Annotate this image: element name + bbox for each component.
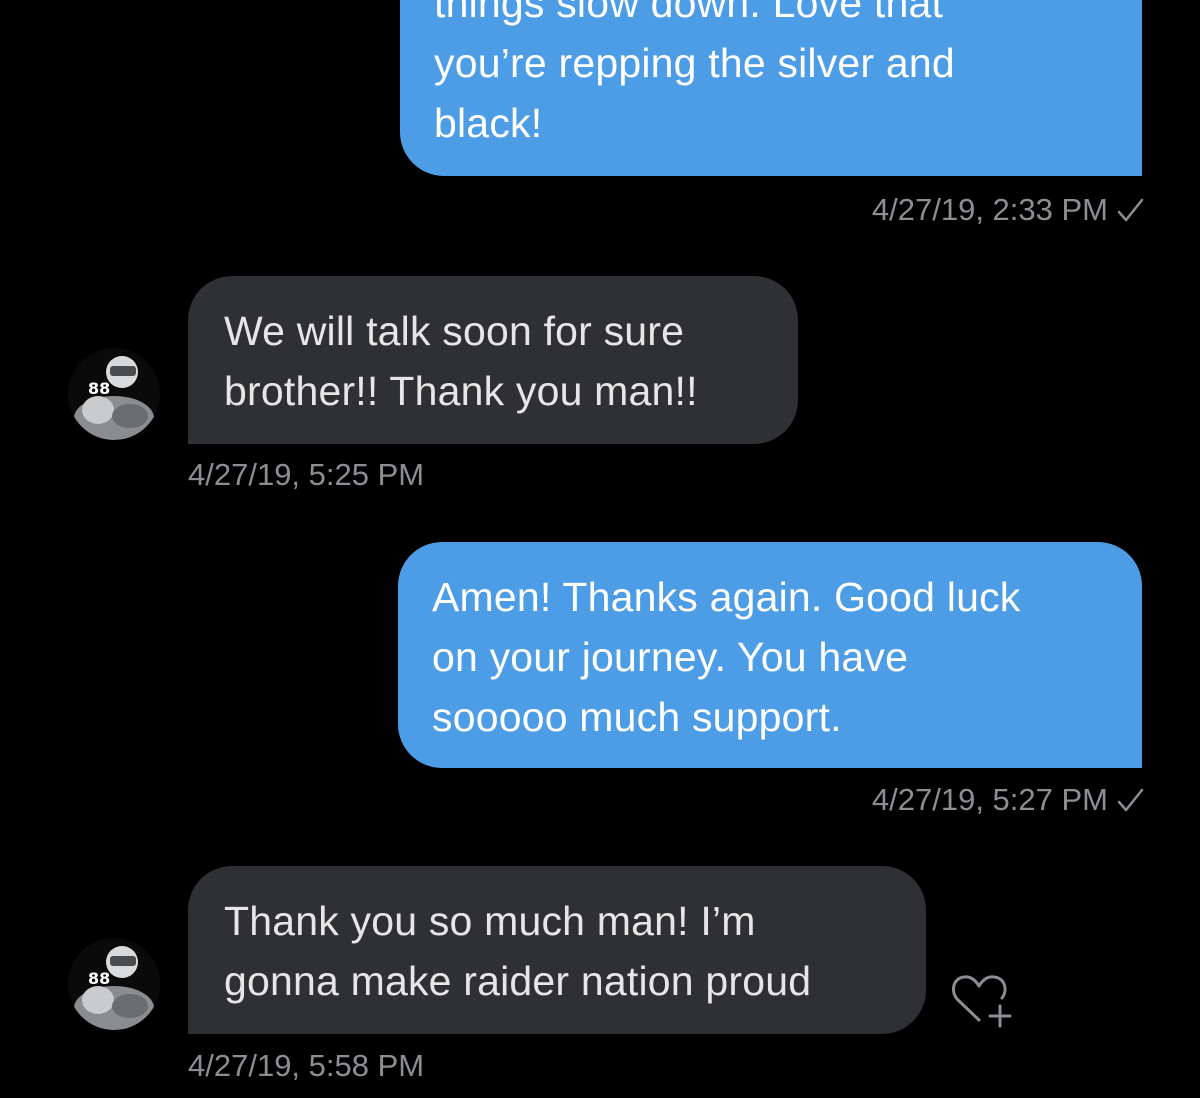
message-timestamp: 4/27/19, 5:25 PM (188, 457, 425, 492)
message-text-line: Amen! Thanks again. Good luck (432, 574, 1021, 620)
avatar[interactable]: 88 (68, 938, 160, 1030)
message-text-line: black! (434, 100, 543, 146)
checkmark-icon (1117, 788, 1144, 812)
svg-text:88: 88 (88, 969, 110, 988)
message-text-line: Thank you so much man! I’m (224, 898, 756, 944)
message-timestamp: 4/27/19, 2:33 PM (871, 192, 1108, 227)
message-text-line: things slow down. Love that (434, 0, 944, 26)
heart-plus-icon[interactable] (948, 968, 1018, 1032)
message-bubble-incoming[interactable]: Thank you so much man! I’m gonna make ra… (188, 866, 926, 1034)
message-bubble-outgoing[interactable]: things slow down. Love that you’re reppi… (400, 0, 1142, 176)
message-timestamp: 4/27/19, 5:27 PM (871, 782, 1108, 817)
avatar[interactable]: 88 (68, 348, 160, 440)
message-text-line: We will talk soon for sure (224, 308, 685, 354)
message-text-line: sooooo much support. (432, 694, 842, 740)
message-text-line: gonna make raider nation proud (224, 958, 812, 1004)
message-text-line: on your journey. You have (432, 634, 909, 680)
message-bubble-outgoing[interactable]: Amen! Thanks again. Good luck on your jo… (398, 542, 1142, 768)
checkmark-icon (1117, 198, 1144, 222)
message-timestamp: 4/27/19, 5:58 PM (188, 1048, 425, 1083)
avatar-icon: 88 (68, 938, 160, 1030)
svg-text:88: 88 (88, 379, 110, 398)
message-text-line: brother!! Thank you man!! (224, 368, 698, 414)
message-text-line: you’re repping the silver and (434, 40, 955, 86)
message-bubble-incoming[interactable]: We will talk soon for sure brother!! Tha… (188, 276, 798, 444)
avatar-icon: 88 (68, 348, 160, 440)
